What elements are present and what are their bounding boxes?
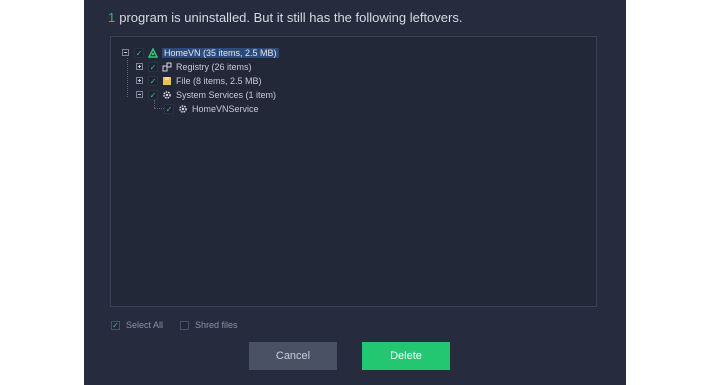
app-icon	[147, 46, 159, 58]
system-services-label: System Services (1 item)	[176, 89, 277, 100]
file-label: File (8 items, 2.5 MB)	[176, 75, 262, 86]
tree-connector	[154, 100, 155, 108]
delete-button[interactable]: Delete	[362, 342, 450, 370]
expand-toggle[interactable]	[136, 77, 143, 84]
tree-node-homevn[interactable]: ✓ HomeVN (35 items, 2.5 MB)	[122, 46, 279, 59]
leftovers-tree[interactable]: ✓ HomeVN (35 items, 2.5 MB) ✓ Registry (…	[110, 36, 597, 307]
registry-label: Registry (26 items)	[176, 61, 252, 72]
tree-node-homevnservice[interactable]: ✓ HomeVNService	[164, 102, 259, 115]
leftovers-heading: 1 program is uninstalled. But it still ha…	[108, 10, 462, 25]
collapse-toggle[interactable]	[122, 49, 129, 56]
select-all-checkbox[interactable]: ✓	[111, 320, 120, 330]
tree-node-file[interactable]: ✓ File (8 items, 2.5 MB)	[136, 74, 262, 87]
shred-files-checkbox[interactable]	[180, 320, 189, 330]
system-services-checkbox[interactable]: ✓	[148, 89, 158, 100]
gear-icon	[178, 104, 188, 114]
tree-node-registry[interactable]: ✓ Registry (26 items)	[136, 60, 252, 73]
homevn-checkbox[interactable]: ✓	[134, 47, 144, 58]
collapse-toggle[interactable]	[136, 91, 143, 98]
select-all-label: Select All	[126, 320, 164, 330]
homevn-label: HomeVN (35 items, 2.5 MB)	[162, 47, 279, 58]
tree-node-system-services[interactable]: ✓ System Services (1 item)	[136, 88, 276, 101]
shred-files-label: Shred files	[195, 320, 238, 330]
cancel-button[interactable]: Cancel	[249, 342, 337, 370]
heading-message: program is uninstalled. But it still has…	[119, 10, 463, 25]
tree-connector	[154, 108, 164, 109]
program-count: 1	[108, 10, 116, 25]
registry-icon	[162, 62, 172, 72]
homevnservice-label: HomeVNService	[192, 103, 259, 114]
tree-connector	[127, 58, 128, 97]
gear-icon	[162, 90, 172, 100]
homevnservice-checkbox[interactable]: ✓	[164, 103, 174, 114]
folder-icon	[162, 76, 172, 86]
file-checkbox[interactable]: ✓	[148, 75, 158, 86]
registry-checkbox[interactable]: ✓	[148, 61, 158, 72]
shred-files-option[interactable]: Shred files	[180, 319, 238, 331]
expand-toggle[interactable]	[136, 63, 143, 70]
select-all-option[interactable]: ✓ Select All	[111, 319, 163, 331]
